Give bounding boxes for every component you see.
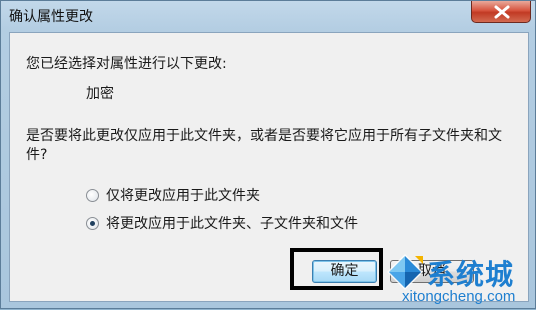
option-this-folder[interactable]: 仅将更改应用于此文件夹: [86, 185, 260, 205]
option-this-folder-label: 仅将更改应用于此文件夹: [106, 188, 260, 204]
radio-this-folder[interactable]: [86, 188, 99, 202]
change-item: 加密: [86, 86, 114, 102]
watermark-url: xitongcheng.com: [402, 288, 516, 305]
change-prompt: 您已经选择对属性进行以下更改:: [26, 56, 227, 72]
title-bar[interactable]: 确认属性更改: [1, 1, 535, 31]
watermark: 系统城 xitongcheng.com: [381, 246, 536, 310]
watermark-brand: 系统城: [427, 258, 515, 291]
window-title: 确认属性更改: [9, 9, 93, 25]
close-icon: [494, 5, 510, 19]
apply-question: 是否要将此更改仅应用于此文件夹，或者是否要将它应用于所有子文件夹和文件?: [26, 128, 502, 163]
option-folder-subfolders-files-label: 将更改应用于此文件夹、子文件夹和文件: [106, 216, 358, 232]
dialog-window: 确认属性更改 您已经选择对属性进行以下更改: 加密 是否要将此更改仅应用于此文件…: [0, 0, 536, 309]
ok-button[interactable]: 确定: [312, 260, 377, 283]
option-folder-subfolders-files[interactable]: 将更改应用于此文件夹、子文件夹和文件: [86, 213, 358, 233]
radio-folder-subfolders-files[interactable]: [86, 216, 99, 230]
xitongcheng-logo-icon: [387, 254, 423, 290]
close-button[interactable]: [471, 1, 531, 23]
